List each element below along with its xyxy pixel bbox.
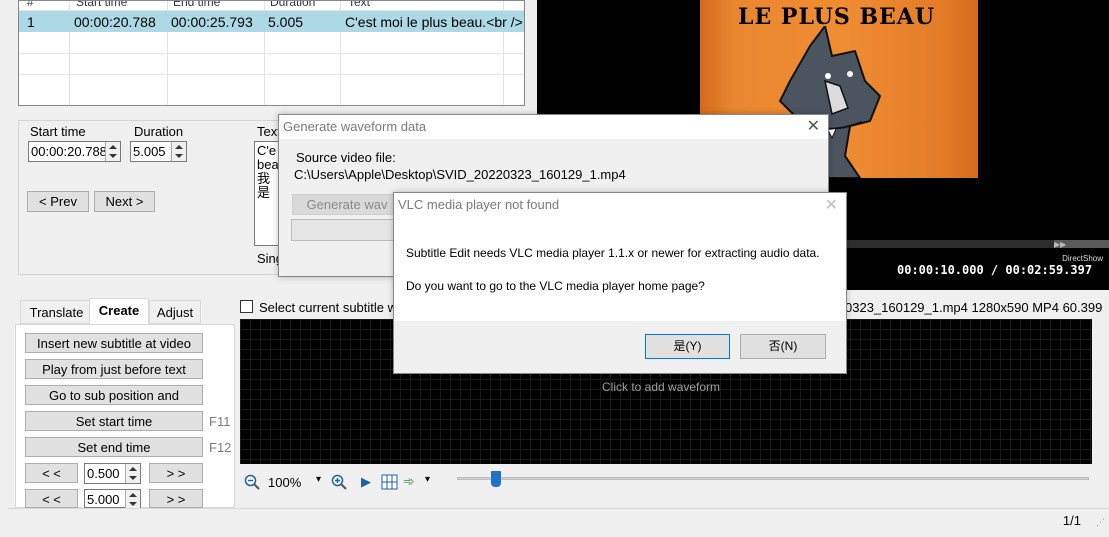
zoom-level-select[interactable]: 100% (268, 475, 301, 490)
col-header-text[interactable]: Text (348, 1, 370, 9)
step-small-value: 0.500 (87, 466, 120, 481)
step-large-value: 5.000 (87, 492, 120, 507)
step-forward-button[interactable]: > > (149, 463, 203, 483)
position-track[interactable] (457, 477, 1089, 480)
start-time-label: Start time (30, 124, 86, 139)
poster-title: LE PLUS BEAU (738, 4, 936, 30)
set-start-shortcut: F11 (209, 414, 231, 429)
select-current-checkbox[interactable] (240, 300, 253, 313)
position-slider-thumb[interactable] (491, 471, 501, 487)
zoom-in-icon[interactable] (331, 474, 347, 490)
play-before-button[interactable]: Play from just before text (25, 359, 203, 379)
col-header-end[interactable]: End time (173, 1, 220, 9)
subtitle-grid[interactable]: # Start time End time Duration Text 1 00… (18, 0, 525, 106)
start-time-spinner[interactable] (105, 142, 120, 161)
duration-value: 5.005 (133, 144, 166, 159)
step-large-spinner[interactable] (125, 490, 140, 509)
chevron-down-icon[interactable]: ▾ (425, 474, 430, 485)
yes-button[interactable]: 是(Y) (645, 334, 730, 359)
zoom-out-icon[interactable] (244, 474, 260, 490)
page-indicator: 1/1 (1062, 513, 1081, 528)
step-back-button[interactable]: < < (25, 463, 78, 483)
video-time-display: 00:00:10.000 / 00:02:59.397 (897, 263, 1093, 277)
start-time-input[interactable]: 00:00:20.788 (28, 141, 121, 162)
step-large-back-button[interactable]: < < (25, 489, 78, 508)
render-engine-label: DirectShow (1062, 254, 1103, 263)
set-end-time-button[interactable]: Set end time (25, 437, 203, 457)
row-text: C'est moi le plus beau.<br /> (345, 14, 523, 30)
status-bar: 1/1 ⋰ (8, 508, 1109, 532)
close-icon[interactable]: ✕ (807, 116, 820, 136)
col-header-duration[interactable]: Duration (270, 1, 315, 9)
video-file-info: 0323_160129_1.mp4 1280x590 MP4 60.399 (845, 300, 1103, 315)
close-icon[interactable]: ✕ (825, 195, 838, 215)
goto-sub-position-button[interactable]: Go to sub position and (25, 385, 203, 405)
insert-subtitle-button[interactable]: Insert new subtitle at video (25, 333, 203, 353)
row-duration: 5.005 (268, 14, 304, 30)
generate-button[interactable]: Generate wav (292, 194, 402, 215)
next-button[interactable]: Next > (94, 191, 155, 212)
prev-button[interactable]: < Prev (27, 191, 89, 212)
col-header-number[interactable]: # (27, 1, 34, 9)
vlc-not-found-dialog: VLC media player not found ✕ Subtitle Ed… (393, 192, 847, 374)
tab-translate[interactable]: Translate (20, 300, 93, 324)
row-start: 00:00:20.788 (74, 14, 156, 30)
dialog-title: Generate waveform data (279, 115, 828, 139)
grid-header: # Start time End time Duration Text (19, 1, 524, 11)
chevron-down-icon[interactable]: ▾ (316, 474, 321, 485)
step-small-spinner[interactable] (125, 464, 140, 483)
waveform-hint: Click to add waveform (602, 380, 721, 394)
video-time-bar[interactable]: ▶▶ DirectShow 00:00:10.000 / 00:02:59.39… (846, 240, 1109, 290)
no-button[interactable]: 否(N) (740, 334, 826, 359)
step-large-forward-button[interactable]: > > (149, 489, 203, 508)
arrows-right-icon[interactable]: ➾ (403, 473, 415, 490)
dialog-title: VLC media player not found (398, 197, 560, 212)
set-start-time-button[interactable]: Set start time (25, 411, 203, 431)
duration-input[interactable]: 5.005 (130, 141, 187, 162)
source-file-label: Source video file: (296, 150, 396, 165)
vlc-message-1: Subtitle Edit needs VLC media player 1.1… (406, 246, 820, 260)
spectrogram-icon[interactable] (381, 474, 398, 490)
start-time-value: 00:00:20.788 (31, 144, 107, 159)
tab-adjust[interactable]: Adjust (149, 300, 201, 324)
duration-spinner[interactable] (171, 142, 186, 161)
step-small-input[interactable]: 0.500 (84, 463, 141, 484)
resize-grip-icon[interactable]: ⋰ (1096, 517, 1105, 528)
source-file-path: C:\Users\Apple\Desktop\SVID_20220323_160… (294, 167, 626, 182)
row-number: 1 (27, 14, 35, 30)
select-current-label: Select current subtitle w (259, 300, 398, 315)
table-row[interactable]: 1 00:00:20.788 00:00:25.793 5.005 C'est … (19, 11, 524, 32)
fast-forward-icon[interactable]: ▶▶ (1054, 240, 1066, 249)
duration-label: Duration (134, 124, 184, 139)
col-header-start[interactable]: Start time (76, 1, 127, 9)
progress-bar (291, 219, 403, 241)
tab-create[interactable]: Create (89, 298, 149, 324)
play-icon[interactable]: ▶ (361, 474, 371, 490)
row-end: 00:00:25.793 (171, 14, 253, 30)
vlc-message-2: Do you want to go to the VLC media playe… (406, 279, 705, 293)
set-end-shortcut: F12 (209, 440, 232, 455)
step-large-input[interactable]: 5.000 (84, 489, 141, 509)
